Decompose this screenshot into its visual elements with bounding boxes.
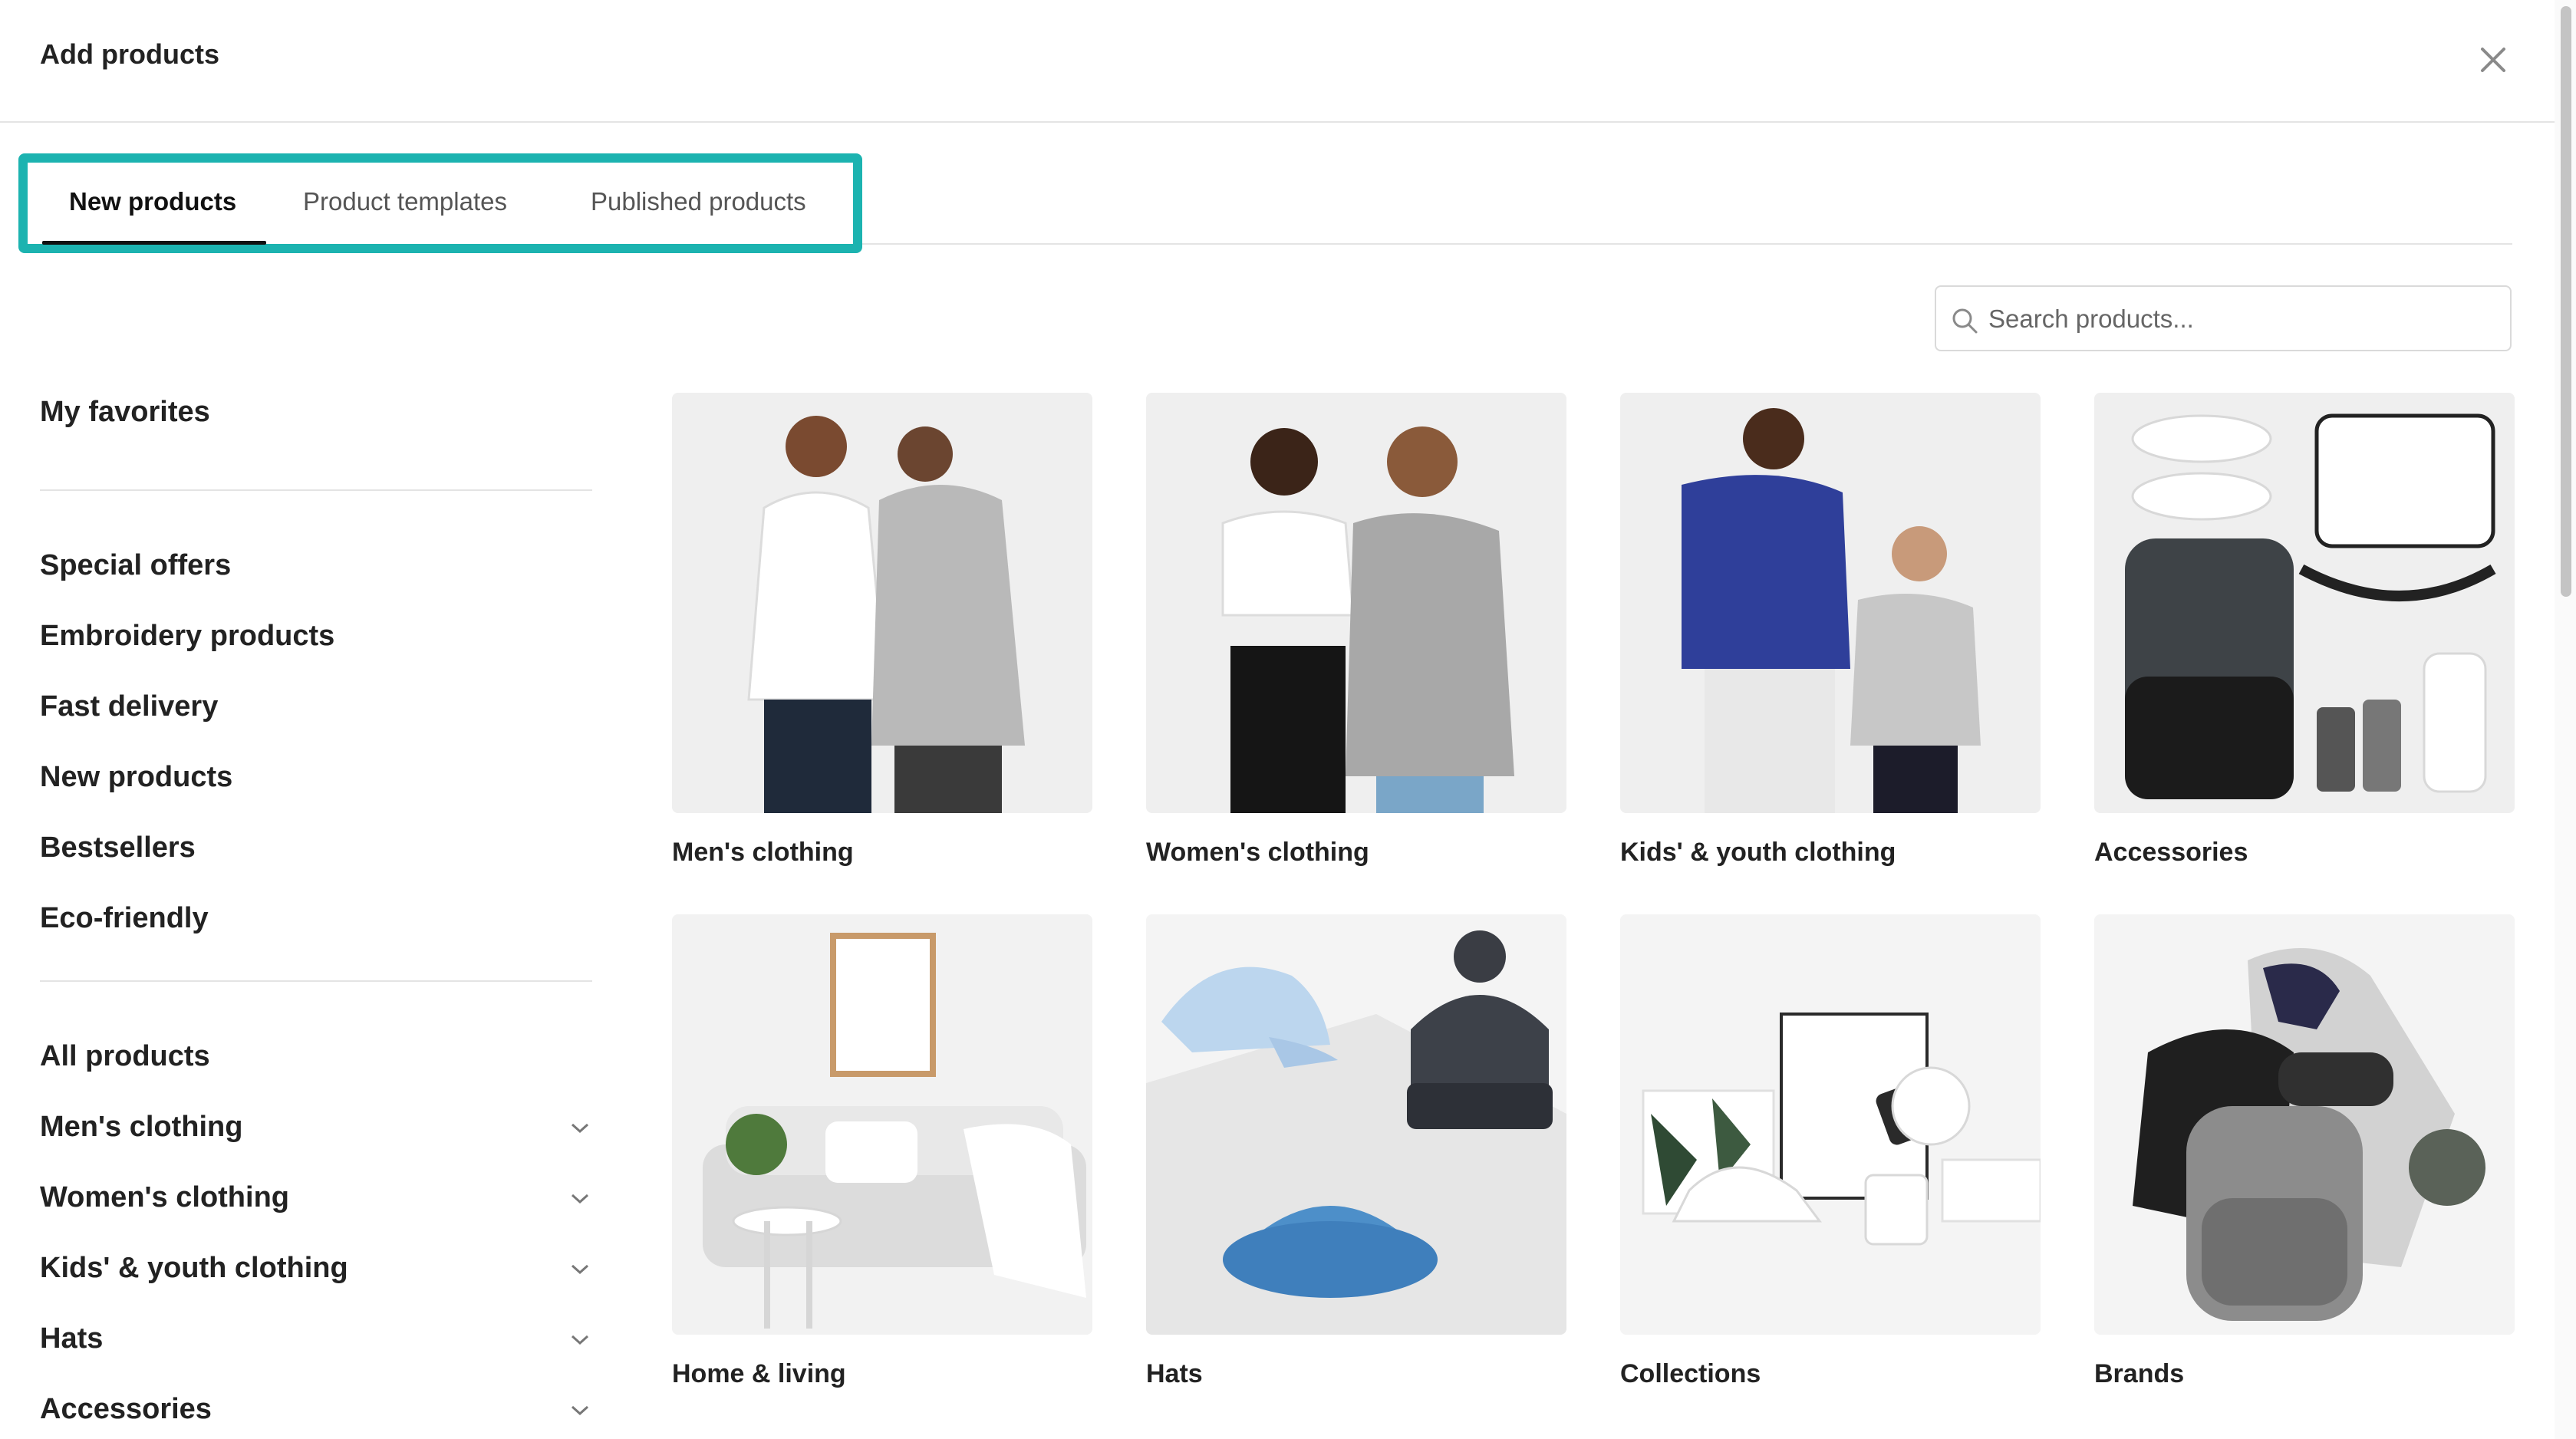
chevron-down-icon[interactable]: [569, 1333, 591, 1347]
category-card-accessories[interactable]: Accessories: [2094, 393, 2515, 867]
tab-new-products[interactable]: New products: [69, 187, 236, 216]
category-card-home-living[interactable]: Home & living: [672, 914, 1092, 1388]
sidebar-item-eco-friendly[interactable]: Eco-friendly: [40, 902, 209, 935]
search-input[interactable]: [1987, 298, 2496, 341]
sidebar-item-hats[interactable]: Hats: [40, 1322, 103, 1355]
search-box[interactable]: [1935, 285, 2512, 351]
close-icon[interactable]: [2476, 43, 2510, 77]
search-icon: [1952, 308, 1978, 334]
category-card-mens-clothing[interactable]: Men's clothing: [672, 393, 1092, 867]
sidebar-item-fast-delivery[interactable]: Fast delivery: [40, 690, 218, 723]
brands-image: [2094, 914, 2515, 1335]
category-label: Home & living: [672, 1359, 846, 1388]
chevron-down-icon[interactable]: [569, 1121, 591, 1135]
category-label: Kids' & youth clothing: [1620, 838, 1896, 867]
chevron-down-icon[interactable]: [569, 1192, 591, 1206]
category-card-hats[interactable]: Hats: [1146, 914, 1566, 1388]
chevron-down-icon[interactable]: [569, 1263, 591, 1276]
category-card-womens-clothing[interactable]: Women's clothing: [1146, 393, 1566, 867]
category-label: Collections: [1620, 1359, 1761, 1388]
category-label: Men's clothing: [672, 838, 854, 867]
sidebar-item-accessories[interactable]: Accessories: [40, 1393, 212, 1426]
active-tab-indicator: [42, 241, 266, 245]
dialog-title: Add products: [40, 38, 219, 70]
collections-image: [1620, 914, 2041, 1335]
sidebar-item-womens-clothing[interactable]: Women's clothing: [40, 1181, 289, 1214]
chevron-down-icon[interactable]: [569, 1404, 591, 1418]
home-living-image: [672, 914, 1092, 1335]
sidebar-divider: [40, 980, 592, 982]
sidebar-item-my-favorites[interactable]: My favorites: [40, 396, 210, 429]
tab-product-templates[interactable]: Product templates: [303, 187, 507, 216]
tab-published-products[interactable]: Published products: [591, 187, 806, 216]
womens-clothing-image: [1146, 393, 1566, 813]
category-card-brands[interactable]: Brands: [2094, 914, 2515, 1388]
mens-clothing-image: [672, 393, 1092, 813]
sidebar-item-mens-clothing[interactable]: Men's clothing: [40, 1111, 242, 1144]
category-card-collections[interactable]: Collections: [1620, 914, 2041, 1388]
category-card-kids-youth-clothing[interactable]: Kids' & youth clothing: [1620, 393, 2041, 867]
hats-image: [1146, 914, 1566, 1335]
sidebar-item-embroidery-products[interactable]: Embroidery products: [40, 620, 334, 653]
category-label: Hats: [1146, 1359, 1203, 1388]
sidebar-item-all-products[interactable]: All products: [40, 1040, 210, 1073]
sidebar-item-new-products[interactable]: New products: [40, 761, 232, 794]
kids-clothing-image: [1620, 393, 2041, 813]
category-label: Brands: [2094, 1359, 2185, 1388]
sidebar-item-kids-youth-clothing[interactable]: Kids' & youth clothing: [40, 1252, 348, 1285]
sidebar-item-special-offers[interactable]: Special offers: [40, 549, 231, 582]
category-label: Accessories: [2094, 838, 2248, 867]
sidebar-divider: [40, 489, 592, 491]
scrollbar-thumb[interactable]: [2561, 6, 2571, 597]
dialog-header: Add products: [0, 0, 2555, 123]
accessories-image: [2094, 393, 2515, 813]
sidebar-item-bestsellers[interactable]: Bestsellers: [40, 831, 196, 864]
category-label: Women's clothing: [1146, 838, 1369, 867]
scrollbar[interactable]: [2555, 0, 2576, 1439]
